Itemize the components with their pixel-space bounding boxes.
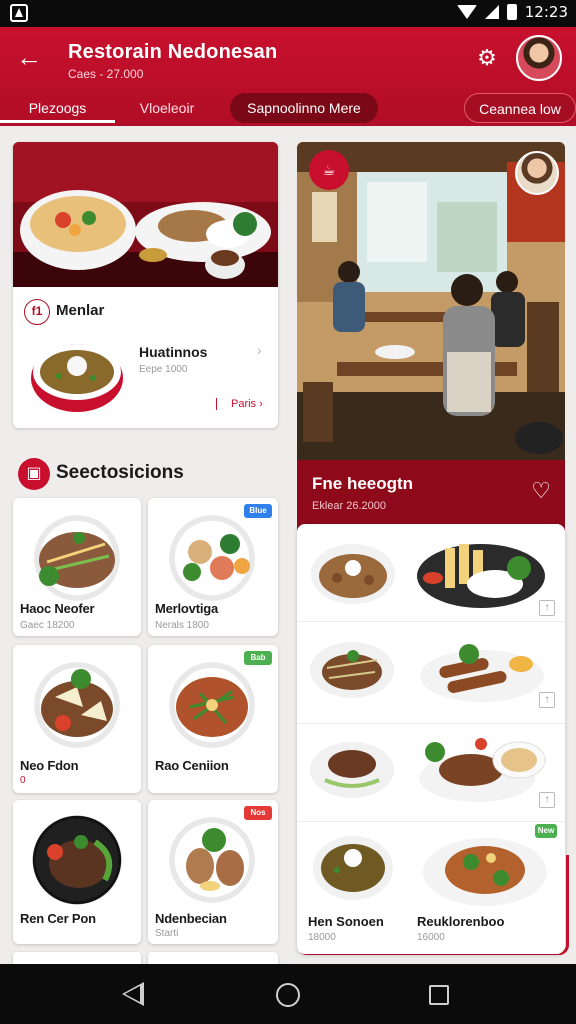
section-icon: ▣ bbox=[18, 458, 50, 490]
menu-item-image bbox=[421, 828, 549, 908]
dish-badge: Blue bbox=[244, 504, 272, 518]
nav-back-icon[interactable] bbox=[122, 982, 144, 1006]
dish-card[interactable]: Ren Cer Pon bbox=[13, 800, 141, 944]
signal-icon bbox=[484, 5, 499, 19]
menu-item-image bbox=[417, 730, 547, 806]
featured-menu-label: Menlar bbox=[56, 302, 105, 319]
status-time: 12:23 bbox=[524, 3, 568, 21]
menu-item-name: Hen Sonoen bbox=[308, 914, 384, 929]
dish-badge: Nos bbox=[244, 806, 272, 820]
dish-card[interactable]: Bab Rao Ceniion bbox=[148, 645, 278, 793]
chevron-right-icon[interactable]: › bbox=[257, 342, 262, 358]
dish-name: Merlovtiga bbox=[155, 601, 219, 616]
promo-title: Fne heeogtn bbox=[312, 474, 414, 493]
promo-subtitle: Eklear 26.2000 bbox=[312, 500, 386, 512]
expand-icon[interactable]: ↑ bbox=[539, 692, 555, 708]
featured-image bbox=[13, 142, 278, 287]
tab-ceannea-low[interactable]: Ceannea low bbox=[464, 93, 576, 123]
expand-icon[interactable]: ↑ bbox=[539, 792, 555, 808]
menu-item-image bbox=[309, 638, 395, 700]
status-bar: 12:23 bbox=[0, 0, 576, 27]
heart-icon[interactable]: ♡ bbox=[531, 478, 551, 504]
more-link-label: Paris bbox=[231, 398, 257, 410]
menu-row[interactable]: ↑ bbox=[297, 626, 565, 724]
dish-image bbox=[25, 657, 129, 753]
menu-item-name: Reuklorenboo bbox=[417, 914, 505, 929]
page-subtitle: Caes - 27.000 bbox=[68, 67, 144, 81]
dish-name: Neo Fdon bbox=[20, 758, 79, 773]
expand-icon[interactable]: ↑ bbox=[539, 600, 555, 616]
dish-price: Starti bbox=[155, 928, 179, 939]
menu-item-price: 16000 bbox=[417, 932, 445, 943]
dish-badge: Bab bbox=[244, 651, 272, 665]
menu-item-image bbox=[417, 636, 547, 706]
reviewer-avatar[interactable] bbox=[515, 151, 559, 195]
dish-image bbox=[160, 812, 264, 908]
featured-item-price: Eepe 1000 bbox=[139, 364, 188, 375]
menu-item-image bbox=[309, 736, 395, 800]
menu-item-image bbox=[415, 534, 547, 610]
menu-item-image bbox=[311, 828, 395, 902]
dish-price: 0 bbox=[20, 775, 26, 786]
dish-image bbox=[160, 510, 264, 606]
nav-home-icon[interactable] bbox=[276, 983, 300, 1007]
dish-image bbox=[25, 510, 129, 606]
menu-item-image bbox=[309, 538, 397, 608]
system-nav-bar bbox=[0, 964, 576, 1024]
menu-item-price: 18000 bbox=[308, 932, 336, 943]
dish-card[interactable]: Haoc Neofer Gaec 18200 bbox=[13, 498, 141, 636]
section-title: Seectosicions bbox=[56, 462, 184, 483]
dish-image bbox=[160, 657, 264, 753]
dish-price: Nerals 1800 bbox=[155, 620, 209, 631]
menu-row[interactable]: New Hen Sonoen 18000 Reuklorenboo 16000 bbox=[297, 822, 565, 954]
notification-icon bbox=[10, 4, 28, 22]
tab-vloeleoir[interactable]: Vloeleoir bbox=[122, 93, 212, 123]
dish-name: Rao Ceniion bbox=[155, 758, 229, 773]
featured-card[interactable]: f1 Menlar Huatinnos Eepe 1000 › Paris › bbox=[13, 142, 278, 428]
featured-item-name: Huatinnos bbox=[139, 344, 208, 360]
menu-panel: ↑ ↑ ↑ New Hen Sonoen 18000 Reuklorenboo … bbox=[297, 524, 565, 954]
dish-price: Gaec 18200 bbox=[20, 620, 75, 631]
dish-image bbox=[25, 812, 129, 908]
wifi-icon bbox=[456, 5, 477, 19]
tab-bar: Plezoogs Vloeleoir Sapnoolinno Mere Cean… bbox=[0, 91, 576, 126]
dish-name: Ndenbecian bbox=[155, 911, 227, 926]
battery-icon bbox=[506, 4, 517, 20]
back-arrow-icon[interactable]: ← bbox=[14, 43, 44, 73]
status-icons: 12:23 bbox=[456, 3, 568, 21]
nav-recents-icon[interactable] bbox=[429, 985, 449, 1005]
avatar[interactable] bbox=[516, 35, 562, 81]
dish-card[interactable]: Neo Fdon 0 bbox=[13, 645, 141, 793]
new-badge: New bbox=[535, 824, 557, 838]
page-title: Restorain Nedonesan bbox=[68, 41, 278, 63]
dish-name: Ren Cer Pon bbox=[20, 911, 96, 926]
menu-row[interactable]: ↑ bbox=[297, 524, 565, 622]
restaurant-logo-icon: ☕ bbox=[309, 150, 349, 190]
menu-row[interactable]: ↑ bbox=[297, 724, 565, 822]
app-bar: ← Restorain Nedonesan Caes - 27.000 ⚙ Pl… bbox=[0, 27, 576, 126]
tab-plezoogs[interactable]: Plezoogs bbox=[0, 93, 115, 123]
menu-icon: f1 bbox=[24, 299, 50, 325]
tab-sapnoolinno-mere[interactable]: Sapnoolinno Mere bbox=[230, 93, 378, 123]
soup-bowl-image bbox=[29, 334, 125, 414]
dish-card[interactable]: Blue Merlovtiga Nerals 1800 bbox=[148, 498, 278, 636]
more-link[interactable]: Paris › bbox=[216, 398, 263, 410]
dish-name: Haoc Neofer bbox=[20, 601, 95, 616]
dish-card[interactable]: Nos Ndenbecian Starti bbox=[148, 800, 278, 944]
gear-icon[interactable]: ⚙ bbox=[474, 45, 500, 71]
